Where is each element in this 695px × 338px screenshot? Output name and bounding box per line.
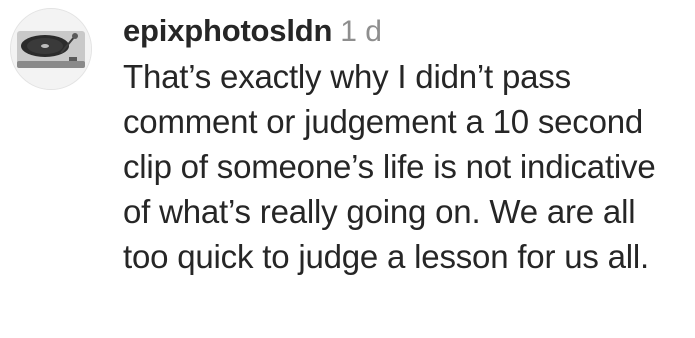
- comment-text: That’s exactly why I didn’t pass comment…: [123, 58, 656, 275]
- comment-body: epixphotosldn 1 d That’s exactly why I di…: [123, 10, 688, 279]
- comment-timestamp[interactable]: 1 d: [340, 15, 382, 48]
- avatar[interactable]: [10, 8, 92, 90]
- comment-header: epixphotosldn 1 d: [123, 10, 688, 52]
- comment: epixphotosldn 1 d That’s exactly why I di…: [0, 0, 695, 338]
- username-link[interactable]: epixphotosldn: [123, 13, 332, 48]
- turntable-icon: [11, 9, 91, 89]
